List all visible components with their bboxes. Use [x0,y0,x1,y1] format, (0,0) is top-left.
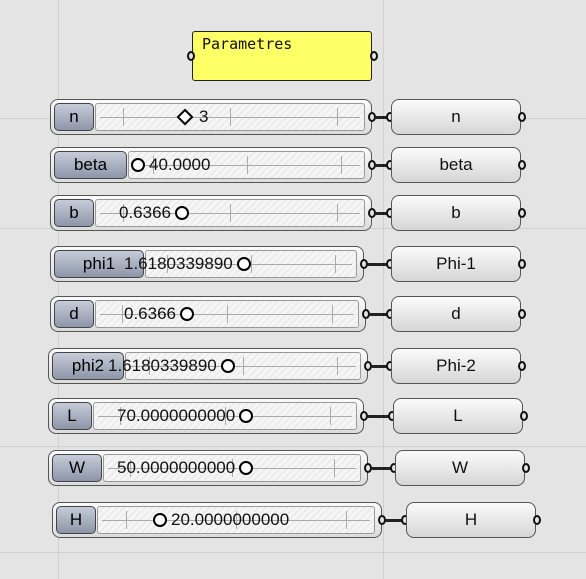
slider-name-tag[interactable]: d [54,300,94,328]
number-slider-n[interactable]: n3 [50,99,372,135]
param-b[interactable]: b [391,195,521,231]
slider-tick [335,255,336,273]
param-output-grip-icon[interactable] [520,411,528,421]
slider-track[interactable] [95,103,365,131]
slider-value-text: 1.6180339890 [108,356,217,375]
slider-tick [122,108,124,126]
param-n[interactable]: n [391,99,521,135]
slider-knob-icon[interactable] [175,206,189,220]
param-output-grip-icon[interactable] [518,259,526,269]
panel-output-grip-icon[interactable] [370,51,378,61]
slider-value-text: 50.0000000000 [117,458,236,477]
number-slider-b[interactable]: b 0.6366 [50,195,372,231]
param-output-grip-icon[interactable] [533,515,541,525]
canvas-grid-line [58,0,59,579]
slider-tick [336,357,338,375]
number-slider-phi2[interactable]: phi2 1.6180339890 [48,348,368,384]
canvas-grid-line [0,552,586,553]
slider-knob-icon[interactable] [180,307,194,321]
param-phi-1[interactable]: Phi-1 [391,246,521,282]
slider-knob-icon[interactable] [131,158,145,172]
slider-tick [230,108,231,126]
param-output-grip-icon[interactable] [518,208,526,218]
slider-knob-icon[interactable] [220,359,235,373]
slider-tick [329,407,331,425]
number-slider-l[interactable]: L 70.0000000000 [48,398,364,434]
slider-name-tag[interactable]: b [54,199,94,227]
param-output-grip-icon[interactable] [522,463,530,473]
slider-name-tag[interactable]: n [54,103,94,131]
slider-value-text: 3 [199,107,209,126]
slider-tick [243,357,244,375]
slider-value: 0.6366 [124,304,194,324]
slider-name-tag[interactable]: W [52,454,102,482]
param-h[interactable]: H [406,502,536,538]
number-slider-beta[interactable]: beta 40.0000 [50,147,372,183]
slider-value-text: 0.6366 [124,304,176,323]
slider-tick [337,204,339,222]
slider-value-text: 40.0000 [149,155,211,174]
slider-tick [125,511,127,529]
param-d[interactable]: d [391,296,521,332]
slider-tick [340,156,342,174]
slider-value: 1.6180339890 [124,254,251,274]
param-w[interactable]: W [395,450,525,486]
number-slider-h[interactable]: H 20.0000000000 [52,502,382,538]
slider-name-tag[interactable]: beta [54,151,127,179]
slider-value: 40.0000 [131,155,210,175]
slider-value: 50.0000000000 [117,458,254,478]
slider-value: 1.6180339890 [108,356,235,376]
slider-tick [331,305,333,323]
param-l[interactable]: L [393,398,523,434]
param-output-grip-icon[interactable] [518,160,526,170]
slider-tick [227,305,228,323]
slider-diamond-knob-icon[interactable] [176,108,194,126]
slider-tick [246,156,248,174]
panel-text: Parametres [202,35,293,53]
parametres-panel[interactable]: Parametres [192,31,372,81]
slider-value-text: 0.6366 [119,203,171,222]
canvas-grid-line [383,0,384,579]
param-beta[interactable]: beta [391,147,521,183]
param-output-grip-icon[interactable] [518,309,526,319]
number-slider-phi1[interactable]: phi1 1.6180339890 [50,246,364,282]
number-slider-w[interactable]: W 50.0000000000 [48,450,368,486]
canvas-grid-line [0,446,586,447]
slider-name-tag[interactable]: H [56,506,96,534]
slider-tick [251,255,252,273]
param-phi-2[interactable]: Phi-2 [391,348,521,384]
slider-knob-icon[interactable] [239,461,254,475]
slider-knob-icon[interactable] [153,513,167,527]
slider-value: 3 [176,107,209,127]
slider-tick [230,204,231,222]
slider-value-text: 1.6180339890 [124,254,233,273]
slider-tick [334,459,336,477]
number-slider-d[interactable]: d 0.6366 [50,296,366,332]
param-output-grip-icon[interactable] [518,361,526,371]
slider-value-text: 20.0000000000 [171,510,290,529]
panel-input-grip-icon[interactable] [187,51,195,61]
slider-name-tag[interactable]: L [52,402,92,430]
param-output-grip-icon[interactable] [518,112,526,122]
slider-tick [346,511,348,529]
slider-value: 70.0000000000 [117,406,254,426]
slider-tick [337,108,339,126]
slider-value: 20.0000000000 [153,510,289,530]
slider-value-text: 70.0000000000 [117,406,236,425]
slider-knob-icon[interactable] [236,257,251,271]
slider-value: 0.6366 [119,203,189,223]
slider-knob-icon[interactable] [239,409,254,423]
